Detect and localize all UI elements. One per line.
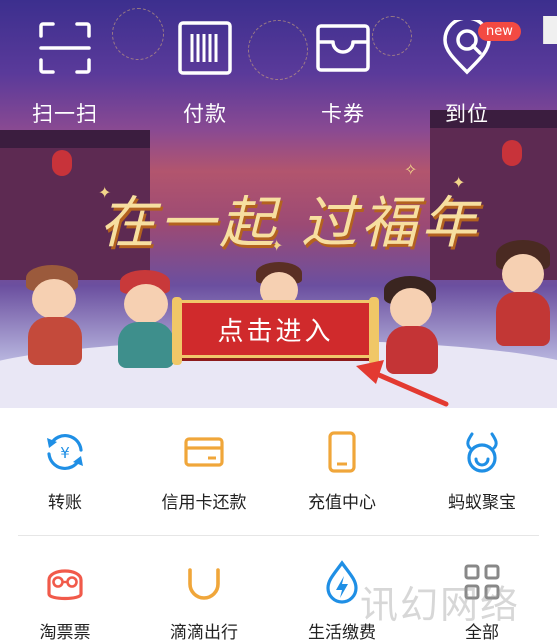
transfer-icon: ¥ (47, 434, 83, 470)
ant-fortune-icon (466, 432, 498, 473)
taopiaopiao-icon (47, 569, 83, 601)
didi-button[interactable]: 滴滴出行 (134, 560, 274, 643)
transfer-label: 转账 (48, 493, 82, 513)
utility-bill-label: 生活缴费 (308, 623, 376, 643)
taopiaopiao-label: 淘票票 (39, 623, 91, 643)
utility-bill-icon (326, 560, 358, 604)
ant-fortune-button[interactable]: 蚂蚁聚宝 (412, 430, 552, 513)
svg-text:¥: ¥ (60, 444, 70, 462)
didi-label: 滴滴出行 (170, 623, 238, 643)
all-grid-icon (464, 564, 500, 600)
recharge-center-label: 充值中心 (308, 493, 376, 513)
grid-divider (18, 535, 539, 536)
utility-bill-button[interactable]: 生活缴费 (272, 560, 412, 643)
didi-icon (188, 568, 220, 600)
credit-card-repay-button[interactable]: 信用卡还款 (134, 430, 274, 513)
annotation-arrow (356, 360, 449, 407)
ant-fortune-label: 蚂蚁聚宝 (448, 493, 516, 513)
services-row-2: 淘票票 滴滴出行 生活缴费 全部 (0, 560, 557, 643)
new-year-banner[interactable]: ✦ ✦ ✦ ✧ 扫一扫 付款 卡券 new 到位 在一起 过福年 点击进入 (0, 0, 557, 408)
all-services-label: 全部 (465, 623, 499, 643)
services-row-1: ¥ 转账 信用卡还款 充值中心 蚂蚁聚宝 (0, 430, 557, 540)
transfer-button[interactable]: ¥ 转账 (0, 430, 135, 513)
scrollbar-thumb[interactable] (543, 16, 557, 44)
taopiaopiao-button[interactable]: 淘票票 (0, 560, 135, 643)
recharge-center-button[interactable]: 充值中心 (272, 430, 412, 513)
credit-card-icon (184, 437, 224, 467)
all-services-button[interactable]: 全部 (412, 560, 552, 643)
phone-recharge-icon (328, 431, 356, 473)
credit-card-repay-label: 信用卡还款 (161, 493, 247, 513)
